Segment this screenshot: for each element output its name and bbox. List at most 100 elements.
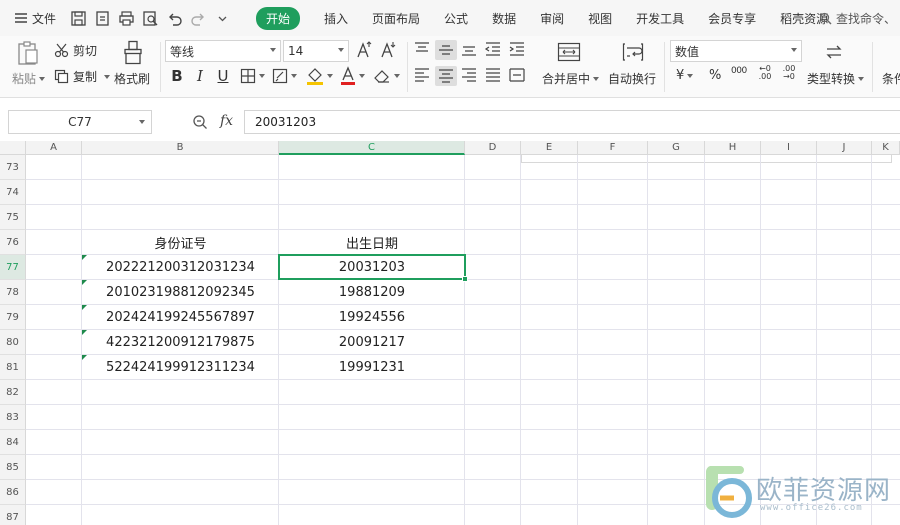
row-header-84[interactable]: 84 xyxy=(0,430,26,455)
select-all-corner[interactable] xyxy=(0,141,26,155)
decrease-decimal-button[interactable]: .00 →0 xyxy=(780,65,798,81)
row-header-76[interactable]: 76 xyxy=(0,230,26,255)
conditional-format-button[interactable]: 条件 xyxy=(882,70,900,87)
justify-button[interactable] xyxy=(484,66,502,84)
column-header-b[interactable]: B xyxy=(82,141,279,155)
row-header-86[interactable]: 86 xyxy=(0,480,26,505)
name-box[interactable]: C77 xyxy=(8,110,152,134)
save-button[interactable] xyxy=(66,6,90,30)
cut-button[interactable]: 剪切 xyxy=(54,42,97,59)
align-center-button[interactable] xyxy=(435,66,457,86)
row-header-78[interactable]: 78 xyxy=(0,280,26,305)
decrease-indent-button[interactable] xyxy=(484,40,502,58)
tab-data[interactable]: 数据 xyxy=(480,0,528,36)
zoom-formula-button[interactable] xyxy=(192,114,208,133)
cell-id-number[interactable]: 522424199912311234 xyxy=(82,355,279,380)
type-convert-button[interactable]: 类型转换 xyxy=(807,70,865,87)
tab-member[interactable]: 会员专享 xyxy=(696,0,768,36)
fill-handle[interactable] xyxy=(462,276,468,282)
cell-id-number[interactable]: 202424199245567897 xyxy=(82,305,279,330)
currency-button[interactable]: ¥ xyxy=(676,68,694,83)
fill-color-button[interactable] xyxy=(306,66,333,86)
italic-button[interactable]: I xyxy=(190,66,210,86)
cell-birth-date[interactable]: 19991231 xyxy=(279,355,465,380)
column-header-d[interactable]: D xyxy=(465,141,521,155)
increase-decimal-button[interactable]: ←0 .00 xyxy=(756,65,774,81)
paste-label-button[interactable]: 粘贴 xyxy=(12,70,46,87)
decrease-font-button[interactable] xyxy=(380,41,398,59)
clear-format-button[interactable] xyxy=(373,68,400,84)
bold-button[interactable]: B xyxy=(167,66,187,86)
row-header-74[interactable]: 74 xyxy=(0,180,26,205)
align-bottom-button[interactable] xyxy=(460,40,478,58)
cell-id-number[interactable]: 202221200312031234 xyxy=(82,255,279,280)
align-top-button[interactable] xyxy=(413,40,431,58)
row-header-83[interactable]: 83 xyxy=(0,405,26,430)
row-header-75[interactable]: 75 xyxy=(0,205,26,230)
type-convert-icon-button[interactable] xyxy=(824,42,844,62)
export-pdf-button[interactable] xyxy=(90,6,114,30)
distributed-button[interactable] xyxy=(508,66,526,84)
number-format-select[interactable]: 数值 xyxy=(670,40,802,62)
print-preview-button[interactable] xyxy=(138,6,162,30)
percent-button[interactable]: % xyxy=(709,68,721,83)
column-header-a[interactable]: A xyxy=(26,141,82,155)
row-header-73[interactable]: 73 xyxy=(0,155,26,180)
cell-id-number[interactable]: 201023198812092345 xyxy=(82,280,279,305)
format-painter-button[interactable]: 格式刷 xyxy=(114,70,150,87)
cell-c76-birth-header[interactable]: 出生日期 xyxy=(279,230,465,255)
tab-developer[interactable]: 开发工具 xyxy=(624,0,696,36)
print-button[interactable] xyxy=(114,6,138,30)
tab-insert[interactable]: 插入 xyxy=(312,0,360,36)
border-button[interactable] xyxy=(240,68,265,84)
column-header-f[interactable]: F xyxy=(578,141,648,155)
spreadsheet-grid[interactable]: A B C D E F G H I J K 73 74 75 76 77 78 79 80 81 82 83 84 85 86 8… xyxy=(0,141,900,525)
font-size-select[interactable]: 14 xyxy=(283,40,349,62)
tab-review[interactable]: 审阅 xyxy=(528,0,576,36)
row-header-85[interactable]: 85 xyxy=(0,455,26,480)
formula-input[interactable]: 20031203 xyxy=(244,110,900,134)
paste-button[interactable] xyxy=(16,40,40,66)
row-header-81[interactable]: 81 xyxy=(0,355,26,380)
align-middle-button[interactable] xyxy=(435,40,457,60)
font-name-select[interactable]: 等线 xyxy=(165,40,281,62)
tab-view[interactable]: 视图 xyxy=(576,0,624,36)
tab-home[interactable]: 开始 xyxy=(244,0,312,36)
row-header-80[interactable]: 80 xyxy=(0,330,26,355)
row-header-87[interactable]: 87 xyxy=(0,505,26,525)
row-header-79[interactable]: 79 xyxy=(0,305,26,330)
copy-button[interactable]: 复制 xyxy=(54,68,111,85)
column-header-e[interactable]: E xyxy=(521,141,578,155)
tab-page-layout[interactable]: 页面布局 xyxy=(360,0,432,36)
cell-id-number[interactable]: 422321200912179875 xyxy=(82,330,279,355)
merge-center-icon-button[interactable] xyxy=(557,42,581,62)
column-header-i[interactable]: I xyxy=(761,141,817,155)
cell-style-button[interactable] xyxy=(272,68,297,84)
undo-button[interactable] xyxy=(162,6,186,30)
cell-birth-date[interactable]: 20091217 xyxy=(279,330,465,355)
redo-button[interactable] xyxy=(186,6,210,30)
insert-function-button[interactable]: fx xyxy=(220,113,233,129)
cell-birth-date[interactable]: 19924556 xyxy=(279,305,465,330)
file-menu[interactable]: 文件 xyxy=(0,0,66,36)
align-left-button[interactable] xyxy=(413,66,431,84)
tab-formulas[interactable]: 公式 xyxy=(432,0,480,36)
wrap-text-button[interactable]: 自动换行 xyxy=(608,70,656,87)
row-header-82[interactable]: 82 xyxy=(0,380,26,405)
increase-indent-button[interactable] xyxy=(508,40,526,58)
cell-b76-id-header[interactable]: 身份证号 xyxy=(82,230,279,255)
underline-button[interactable]: U xyxy=(213,66,233,86)
column-header-c[interactable]: C xyxy=(279,141,465,155)
column-header-h[interactable]: H xyxy=(705,141,761,155)
thousands-button[interactable]: 000 xyxy=(731,66,747,76)
row-header-77[interactable]: 77 xyxy=(0,255,26,280)
column-header-j[interactable]: J xyxy=(817,141,872,155)
cell-birth-date[interactable]: 19881209 xyxy=(279,280,465,305)
align-right-button[interactable] xyxy=(460,66,478,84)
customize-toolbar-button[interactable] xyxy=(210,6,234,30)
format-painter-icon-button[interactable] xyxy=(122,40,144,66)
font-color-button[interactable] xyxy=(340,66,365,86)
command-search[interactable]: 查找命令、 xyxy=(819,0,900,36)
column-header-g[interactable]: G xyxy=(648,141,705,155)
increase-font-button[interactable] xyxy=(356,41,374,59)
